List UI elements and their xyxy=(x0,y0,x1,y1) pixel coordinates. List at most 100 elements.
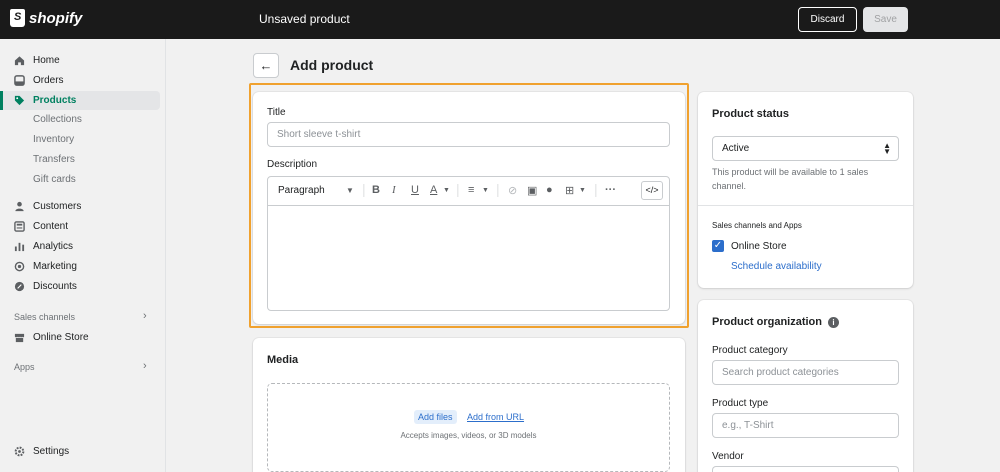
top-bar: shopify Unsaved product Discard Save xyxy=(0,0,1000,39)
person-icon xyxy=(15,201,24,211)
sidebar-item-label: Home xyxy=(33,54,60,66)
sidebar-item-marketing[interactable]: Marketing xyxy=(14,258,77,274)
toolbar-divider: | xyxy=(362,181,366,197)
image-icon[interactable]: ▣ xyxy=(527,184,537,197)
toolbar-divider: | xyxy=(456,181,460,197)
online-store-checkbox[interactable]: ✓ xyxy=(712,240,724,252)
sales-channels-heading: Sales channels xyxy=(14,312,76,322)
sidebar-item-settings[interactable]: Settings xyxy=(14,443,69,459)
product-type-placeholder: e.g., T-Shirt xyxy=(722,420,774,431)
store-icon xyxy=(14,333,25,342)
sidebar-item-label: Settings xyxy=(33,445,70,457)
chevron-down-icon[interactable]: ▼ xyxy=(443,187,450,194)
chevron-right-icon[interactable]: › xyxy=(143,360,147,372)
sidebar-subitem-gift-cards[interactable]: Gift cards xyxy=(33,173,76,187)
description-label: Description xyxy=(267,159,318,170)
sidebar-item-label: Analytics xyxy=(33,240,74,252)
title-input[interactable]: Short sleeve t-shirt xyxy=(267,122,670,147)
back-button[interactable]: ← xyxy=(253,53,279,78)
product-type-label: Product type xyxy=(712,398,769,409)
category-label: Product category xyxy=(712,345,788,356)
product-status-title: Product status xyxy=(712,108,790,120)
sidebar-item-products[interactable]: Products xyxy=(14,92,76,108)
chevron-down-icon[interactable]: ▼ xyxy=(482,187,489,194)
editor-toolbar: Paragraph ▼ | B I U A ▼ | ≡ ▼ | ⊘ ▣ ● ⊞ … xyxy=(268,177,669,206)
online-store-label: Online Store xyxy=(731,241,787,252)
home-icon xyxy=(14,55,25,65)
info-icon[interactable]: i xyxy=(828,317,839,328)
sidebar-subitem-inventory[interactable]: Inventory xyxy=(33,133,74,147)
status-value: Active xyxy=(722,143,750,154)
tag-icon xyxy=(14,95,25,105)
sidebar-item-home[interactable]: Home xyxy=(14,52,60,68)
schedule-availability-link[interactable]: Schedule availability xyxy=(731,261,822,272)
nav-active-indicator xyxy=(0,91,3,110)
title-label: Title xyxy=(267,107,286,118)
add-files-button[interactable]: Add files xyxy=(414,410,457,424)
paragraph-select[interactable]: Paragraph xyxy=(278,185,325,196)
chevron-down-icon[interactable]: ▼ xyxy=(346,186,354,195)
select-arrows-icon: ▲ ▼ xyxy=(883,141,891,156)
sidebar-item-label: Marketing xyxy=(33,260,77,272)
arrow-left-icon: ← xyxy=(259,58,273,73)
sidebar-item-label: Discounts xyxy=(33,280,77,292)
sidebar-item-label: Content xyxy=(33,220,69,232)
page-title: Add product xyxy=(290,57,374,73)
sidebar-item-orders[interactable]: Orders xyxy=(14,72,64,88)
description-editor[interactable]: Paragraph ▼ | B I U A ▼ | ≡ ▼ | ⊘ ▣ ● ⊞ … xyxy=(267,176,670,311)
chevron-down-icon[interactable]: ▼ xyxy=(579,187,586,194)
vendor-input[interactable] xyxy=(712,466,899,472)
gear-icon xyxy=(14,446,25,456)
category-placeholder: Search product categories xyxy=(722,367,839,378)
link-icon[interactable]: ⊘ xyxy=(508,184,517,197)
discard-button[interactable]: Discard xyxy=(798,7,857,32)
target-icon xyxy=(14,261,25,271)
sidebar-item-customers[interactable]: Customers xyxy=(14,198,81,214)
discount-icon xyxy=(14,281,25,291)
toolbar-divider: | xyxy=(496,181,500,197)
sidebar-item-label: Orders xyxy=(33,74,64,86)
video-icon[interactable]: ● xyxy=(546,184,553,196)
brand-name: shopify xyxy=(29,9,83,27)
code-view-icon[interactable]: </> xyxy=(641,181,663,200)
save-button[interactable]: Save xyxy=(863,7,908,32)
align-icon[interactable]: ≡ xyxy=(468,184,474,196)
more-icon[interactable]: ··· xyxy=(605,184,616,196)
sidebar-subitem-transfers[interactable]: Transfers xyxy=(33,153,75,167)
sidebar-item-content[interactable]: Content xyxy=(14,218,68,234)
apps-heading: Apps xyxy=(14,362,35,372)
table-icon[interactable]: ⊞ xyxy=(565,184,574,197)
media-title: Media xyxy=(267,354,299,366)
product-organization-title: Product organization xyxy=(712,316,822,328)
text-color-icon[interactable]: A xyxy=(430,184,437,196)
italic-icon[interactable]: I xyxy=(392,184,396,196)
chevron-right-icon[interactable]: › xyxy=(143,310,147,322)
accepts-note: Accepts images, videos, or 3D models xyxy=(400,431,537,440)
title-placeholder: Short sleeve t-shirt xyxy=(277,129,361,140)
sidebar-item-discounts[interactable]: Discounts xyxy=(14,278,77,294)
bold-icon[interactable]: B xyxy=(372,184,380,196)
sidebar-item-analytics[interactable]: Analytics xyxy=(14,238,73,254)
product-type-input[interactable]: e.g., T-Shirt xyxy=(712,413,899,438)
status-select[interactable]: Active ▲ ▼ xyxy=(712,136,899,161)
sidebar: Home Orders Products Collections Invento… xyxy=(0,39,166,472)
sidebar-subitem-collections[interactable]: Collections xyxy=(33,113,82,127)
bars-icon xyxy=(14,242,25,251)
shopping-bag-icon xyxy=(10,9,25,27)
status-note: This product will be available to 1 sale… xyxy=(712,167,869,191)
shopify-logo[interactable]: shopify xyxy=(10,9,82,27)
underline-icon[interactable]: U xyxy=(411,184,419,196)
sidebar-item-label: Products xyxy=(33,94,77,106)
toolbar-divider: | xyxy=(594,181,598,197)
sidebar-item-online-store[interactable]: Online Store xyxy=(14,329,89,345)
sidebar-item-label: Online Store xyxy=(33,331,89,343)
divider xyxy=(698,205,913,206)
media-dropzone[interactable] xyxy=(267,383,670,472)
unsaved-title: Unsaved product xyxy=(259,12,350,26)
sidebar-item-label: Customers xyxy=(33,200,82,212)
content-icon xyxy=(14,220,25,232)
channels-heading: Sales channels and Apps xyxy=(712,221,802,230)
vendor-label: Vendor xyxy=(712,451,744,462)
category-search-input[interactable]: Search product categories xyxy=(712,360,899,385)
add-from-url-link[interactable]: Add from URL xyxy=(463,410,528,424)
